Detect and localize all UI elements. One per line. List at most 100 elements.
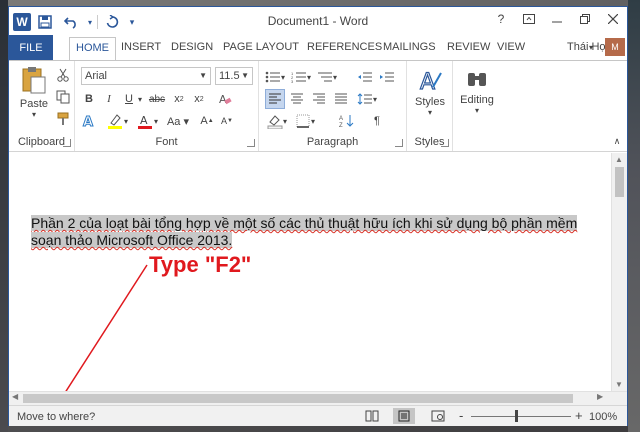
scroll-up-icon[interactable]: ▲ — [615, 155, 623, 164]
zoom-level[interactable]: 100% — [589, 411, 617, 423]
scroll-right-icon[interactable]: ▶ — [597, 392, 603, 401]
editing-button[interactable]: Editing ▾ — [457, 67, 497, 115]
title-bar: W ▾ ▾ Document1 - Word ? — [9, 7, 627, 35]
paste-dropdown-icon: ▾ — [31, 110, 36, 119]
user-dropdown-icon[interactable]: ▾ — [589, 43, 593, 52]
paste-button[interactable]: Paste ▾ — [15, 65, 53, 119]
justify-icon[interactable] — [331, 89, 351, 109]
svg-text:Z: Z — [339, 123, 343, 128]
sort-icon[interactable]: AZ — [337, 111, 357, 131]
minimize-icon[interactable] — [543, 7, 571, 31]
editing-group: Editing ▾ — [453, 61, 499, 151]
restore-icon[interactable] — [571, 7, 599, 31]
tab-file[interactable]: FILE — [9, 35, 53, 61]
shrink-font-icon[interactable]: A ▼ — [217, 111, 237, 131]
horizontal-scrollbar[interactable]: ◀ ▶ — [9, 391, 627, 405]
svg-text:A: A — [140, 114, 148, 127]
window-controls: ? — [487, 7, 627, 31]
print-layout-icon[interactable] — [393, 408, 415, 424]
font-color-dropdown-icon[interactable]: ▾ — [151, 111, 161, 131]
align-center-icon[interactable] — [287, 89, 307, 109]
tab-design[interactable]: DESIGN — [171, 41, 213, 53]
font-size-select[interactable]: 11.5 ▼ — [215, 67, 253, 85]
ribbon-home: Paste ▾ Clipboard Arial ▼ 11.5 ▼ B I U ▾… — [9, 60, 627, 152]
shading-dropdown-icon[interactable]: ▾ — [281, 111, 289, 131]
svg-text:A: A — [219, 93, 227, 106]
collapse-ribbon-icon[interactable]: ∧ — [607, 131, 627, 151]
scroll-left-icon[interactable]: ◀ — [12, 392, 18, 401]
horizontal-scroll-thumb[interactable] — [23, 394, 573, 403]
cut-icon[interactable] — [53, 65, 73, 85]
editing-label: Editing — [460, 94, 494, 106]
increase-indent-icon[interactable] — [377, 67, 397, 87]
text-effects-icon[interactable]: A — [79, 111, 99, 131]
show-formatting-marks-icon[interactable]: ¶ — [367, 111, 387, 131]
font-group: Arial ▼ 11.5 ▼ B I U ▾ abc x2 x2 A A ▾ A… — [75, 61, 259, 151]
paragraph-launcher-icon[interactable] — [395, 139, 403, 147]
vertical-scroll-thumb[interactable] — [615, 167, 624, 197]
subscript-button[interactable]: x2 — [169, 89, 189, 109]
zoom-slider-thumb[interactable] — [515, 410, 518, 422]
clipboard-launcher-icon[interactable] — [63, 139, 71, 147]
tab-review[interactable]: REVIEW — [447, 41, 490, 53]
styles-button[interactable]: A Styles ▾ — [411, 67, 449, 117]
tab-home[interactable]: HOME — [69, 37, 116, 61]
svg-text:3: 3 — [291, 79, 294, 83]
font-launcher-icon[interactable] — [247, 139, 255, 147]
clear-formatting-icon[interactable]: A — [215, 89, 235, 109]
bullets-dropdown-icon[interactable]: ▾ — [279, 67, 287, 87]
ribbon-display-options-icon[interactable] — [515, 7, 543, 31]
zoom-out-icon[interactable]: - — [459, 408, 463, 423]
editing-dropdown-icon: ▾ — [474, 106, 479, 115]
grow-font-icon[interactable]: A ▲ — [197, 111, 217, 131]
scroll-down-icon[interactable]: ▼ — [615, 380, 623, 389]
align-left-icon[interactable] — [265, 89, 285, 109]
zoom-in-icon[interactable]: + — [575, 408, 583, 423]
read-mode-icon[interactable] — [361, 408, 383, 424]
format-painter-icon[interactable] — [53, 109, 73, 129]
italic-button[interactable]: I — [99, 89, 119, 109]
borders-dropdown-icon[interactable]: ▾ — [309, 111, 317, 131]
svg-text:A: A — [83, 115, 93, 129]
word-window: W ▾ ▾ Document1 - Word ? FILE HOME INSER… — [8, 6, 628, 426]
change-case-button[interactable]: Aa ▾ — [165, 111, 191, 131]
bold-button[interactable]: B — [79, 89, 99, 109]
font-size-value: 11.5 — [219, 70, 240, 82]
multilevel-dropdown-icon[interactable]: ▾ — [331, 67, 339, 87]
close-icon[interactable] — [599, 7, 627, 31]
underline-dropdown-icon[interactable]: ▾ — [135, 89, 145, 109]
tab-insert[interactable]: INSERT — [121, 41, 161, 53]
highlight-dropdown-icon[interactable]: ▾ — [121, 111, 131, 131]
tab-page-layout[interactable]: PAGE LAYOUT — [223, 41, 299, 53]
align-right-icon[interactable] — [309, 89, 329, 109]
styles-icon: A — [417, 69, 443, 96]
chevron-down-icon: ▼ — [241, 71, 249, 80]
font-family-select[interactable]: Arial ▼ — [81, 67, 211, 85]
paragraph-group-label: Paragraph — [306, 136, 359, 148]
vertical-scrollbar[interactable]: ▲ ▼ — [611, 153, 627, 391]
document-area[interactable]: Phần 2 của loạt bài tổng hợp về một số c… — [9, 153, 627, 393]
paste-icon — [19, 67, 49, 98]
clipboard-group: Paste ▾ Clipboard — [9, 61, 75, 151]
annotation-label: Type "F2" — [149, 252, 252, 277]
tab-references[interactable]: REFERENCES — [307, 41, 382, 53]
superscript-button[interactable]: x2 — [189, 89, 209, 109]
copy-icon[interactable] — [53, 87, 73, 107]
tab-view[interactable]: VIEW — [497, 41, 525, 53]
styles-dropdown-icon: ▾ — [427, 108, 432, 117]
svg-text:A: A — [339, 116, 343, 122]
svg-text:A: A — [420, 70, 435, 93]
line-spacing-dropdown-icon[interactable]: ▾ — [371, 89, 379, 109]
ribbon-tabs: FILE HOME INSERT DESIGN PAGE LAYOUT REFE… — [9, 35, 627, 61]
numbering-dropdown-icon[interactable]: ▾ — [305, 67, 313, 87]
strikethrough-button[interactable]: abc — [147, 89, 167, 109]
decrease-indent-icon[interactable] — [355, 67, 375, 87]
help-icon[interactable]: ? — [487, 7, 515, 31]
avatar[interactable]: M — [605, 38, 625, 56]
styles-launcher-icon[interactable] — [441, 139, 449, 147]
styles-label: Styles — [415, 96, 445, 108]
tab-mailings[interactable]: MAILINGS — [383, 41, 436, 53]
web-layout-icon[interactable] — [427, 408, 449, 424]
status-prompt: Move to where? — [17, 411, 96, 423]
zoom-slider[interactable] — [471, 416, 571, 417]
